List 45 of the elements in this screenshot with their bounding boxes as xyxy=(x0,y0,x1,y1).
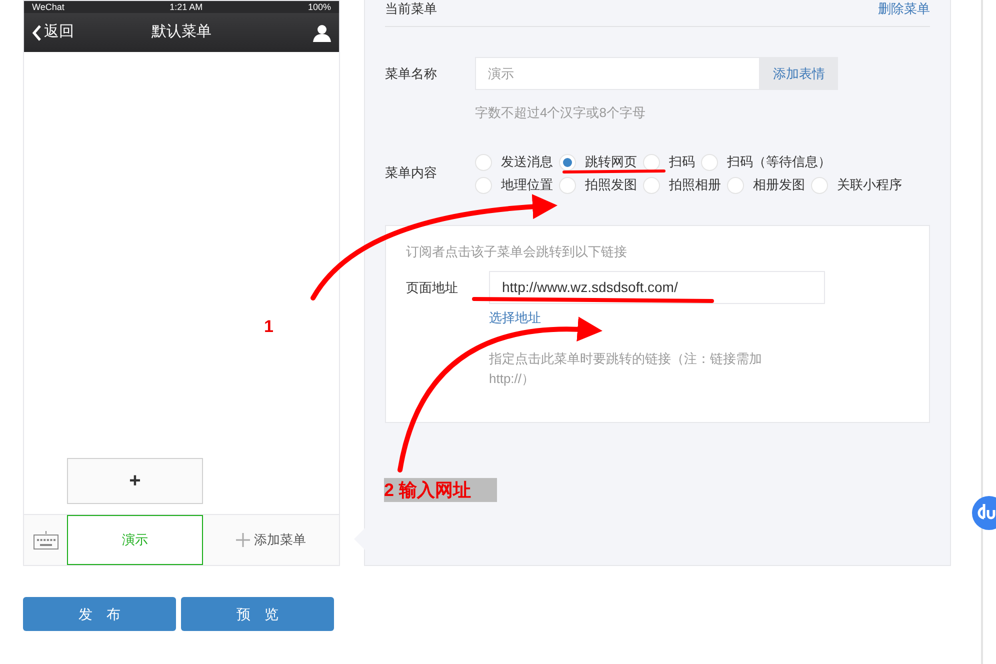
radio-option[interactable]: 拍照相册 xyxy=(643,176,721,194)
radio-option[interactable]: 发送消息 xyxy=(475,152,553,172)
url-hint: 指定点击此菜单时要跳转的链接（注：链接需加http://） xyxy=(489,350,763,388)
annotation-label: 2 输入网址 xyxy=(384,478,498,502)
annotation-label: 1 xyxy=(264,316,274,338)
radio-button[interactable] xyxy=(559,176,576,194)
add-emoji-button[interactable]: 添加表情 xyxy=(760,57,838,90)
radio-option[interactable]: 扫码 xyxy=(643,152,695,172)
radio-button[interactable] xyxy=(727,176,744,194)
field-label: 页面地址 xyxy=(406,278,459,297)
name-hint: 字数不超过4个汉字或8个字母 xyxy=(475,104,646,122)
radio-button[interactable] xyxy=(475,176,492,194)
keyboard-icon[interactable] xyxy=(32,530,58,550)
radio-option[interactable]: 拍照发图 xyxy=(559,176,637,194)
field-label: 菜单内容 xyxy=(385,164,438,182)
add-submenu-button[interactable]: + xyxy=(67,458,203,504)
radio-button[interactable] xyxy=(559,154,576,170)
plus-icon xyxy=(236,533,250,547)
publish-button[interactable]: 发 布 xyxy=(23,597,176,631)
radio-option[interactable]: 跳转网页 xyxy=(559,152,637,172)
radio-button[interactable] xyxy=(643,154,660,170)
link-intro: 订阅者点击该子菜单会跳转到以下链接 xyxy=(406,242,628,260)
floating-logo-icon[interactable] xyxy=(972,496,996,530)
battery-text: 100% xyxy=(308,2,331,12)
choose-address-link[interactable]: 选择地址 xyxy=(489,308,541,328)
panel-header: 当前菜单 xyxy=(385,0,437,18)
radio-button[interactable] xyxy=(701,154,718,170)
preview-button[interactable]: 预 览 xyxy=(181,597,334,631)
time-text: 1:21 AM xyxy=(170,2,203,12)
nav-title: 默认菜单 xyxy=(150,22,212,42)
radio-button[interactable] xyxy=(475,154,492,170)
radio-button[interactable] xyxy=(643,176,660,194)
back-button[interactable]: 返回 xyxy=(32,21,102,44)
radio-option[interactable]: 扫码（等待信息） xyxy=(701,152,831,172)
radio-option[interactable]: 地理位置 xyxy=(475,176,553,194)
radio-option[interactable]: 关联小程序 xyxy=(811,176,902,194)
radio-button[interactable] xyxy=(811,176,828,194)
delete-menu-link[interactable]: 删除菜单 xyxy=(878,0,930,18)
chevron-left-icon xyxy=(32,24,42,40)
add-menu-button[interactable]: 添加菜单 xyxy=(203,515,339,565)
carrier-text: WeChat xyxy=(32,2,64,12)
person-icon[interactable] xyxy=(313,24,331,42)
field-label: 菜单名称 xyxy=(385,64,438,83)
url-field[interactable]: http://www.wz.sdsdsoft.com/ xyxy=(489,271,825,304)
radio-option[interactable]: 相册发图 xyxy=(727,176,805,194)
